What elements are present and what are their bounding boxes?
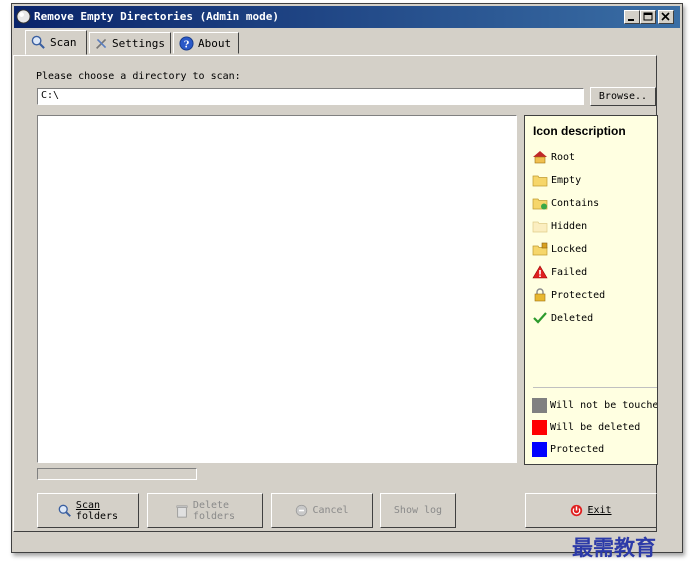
lock-icon [534,288,546,302]
svg-text:?: ? [184,39,190,50]
exit-button-label: Exit [587,505,612,516]
folder-tree-view[interactable] [37,115,517,463]
locked-folder-icon [532,242,548,256]
magnifier-icon [58,504,71,517]
tab-about[interactable]: ? About [173,32,239,54]
checkmark-icon [533,312,547,324]
scan-folders-button[interactable]: Scan folders [37,493,139,528]
minimize-icon [628,19,634,21]
browse-button[interactable]: Browse.. [590,87,656,106]
tab-scan[interactable]: Scan [25,30,87,55]
delete-folders-line2: folders [192,510,236,522]
magnifier-icon [31,35,45,49]
legend-item-failed: Failed [532,264,587,280]
warning-icon [532,265,548,279]
trash-icon [176,504,188,518]
cancel-icon [296,504,308,517]
scan-folders-line2: folders [75,510,119,522]
legend-heading: Icon description [533,124,626,138]
gray-swatch [532,397,547,413]
info-icon: ? [179,35,194,51]
icon-description-panel: Icon description Root Empty Contains Hid… [524,115,658,465]
delete-folders-text: Delete folders [193,500,235,522]
tab-settings-label: Settings [112,36,165,50]
tab-scan-label: Scan [50,36,77,49]
legend-item-empty: Empty [532,172,581,188]
contains-folder-icon [532,198,548,210]
legend-item-protected: Protected [532,287,605,303]
title-bar[interactable]: Remove Empty Directories (Admin mode) [14,6,680,28]
legend-color-deleted: Will be deleted [532,419,640,435]
legend-item-contains: Contains [532,195,599,211]
legend-item-deleted: Deleted [532,310,593,326]
close-icon [661,12,670,21]
show-log-button-label: Show log [393,505,443,516]
choose-directory-label: Please choose a directory to scan: [36,71,241,82]
legend-label-protected: Protected [551,289,606,301]
directory-path-input[interactable]: C:\ [37,88,584,105]
legend-item-root: Root [532,149,575,165]
legend-divider [533,387,657,388]
tab-settings[interactable]: Settings [89,32,171,54]
scan-progress-bar [37,468,197,480]
delete-folders-line1: Delete [192,499,230,511]
tab-about-label: About [198,36,232,50]
window-title: Remove Empty Directories (Admin mode) [34,10,280,23]
legend-label-empty: Empty [551,174,582,186]
legend-label-deleted: Deleted [551,312,594,324]
scan-folders-line1: Scan [75,499,101,511]
legend-label-hidden: Hidden [551,220,588,232]
legend-label-locked: Locked [551,243,588,255]
red-swatch [532,419,547,435]
maximize-icon [643,12,653,21]
close-button[interactable] [658,10,674,24]
legend-color-label-not-touched: Will not be touched [550,399,658,411]
empty-folder-icon [532,175,548,187]
legend-label-failed: Failed [551,266,588,278]
tools-icon [96,38,107,49]
cancel-button[interactable]: Cancel [271,493,373,528]
watermark-text: 最需教育 [572,535,656,560]
legend-label-contains: Contains [551,197,600,209]
hidden-folder-icon [532,221,548,233]
exit-button[interactable]: Exit [525,493,657,528]
legend-color-label-deleted: Will be deleted [550,421,641,433]
root-folder-icon [533,151,547,164]
legend-color-protected: Protected [532,441,604,457]
app-icon [16,9,31,24]
blue-swatch [532,441,547,457]
power-icon [571,504,583,517]
browse-button-label: Browse.. [598,91,648,102]
show-log-button[interactable]: Show log [380,493,456,528]
legend-item-hidden: Hidden [532,218,587,234]
delete-folders-button[interactable]: Delete folders [147,493,263,528]
maximize-button[interactable] [640,10,656,24]
minimize-button[interactable] [624,10,640,24]
cancel-button-label: Cancel [312,505,349,516]
legend-color-label-protected: Protected [550,443,605,455]
scan-folders-text: Scan folders [76,500,118,522]
legend-color-not-touched: Will not be touched [532,397,658,413]
legend-item-locked: Locked [532,241,587,257]
legend-label-root: Root [551,151,576,163]
